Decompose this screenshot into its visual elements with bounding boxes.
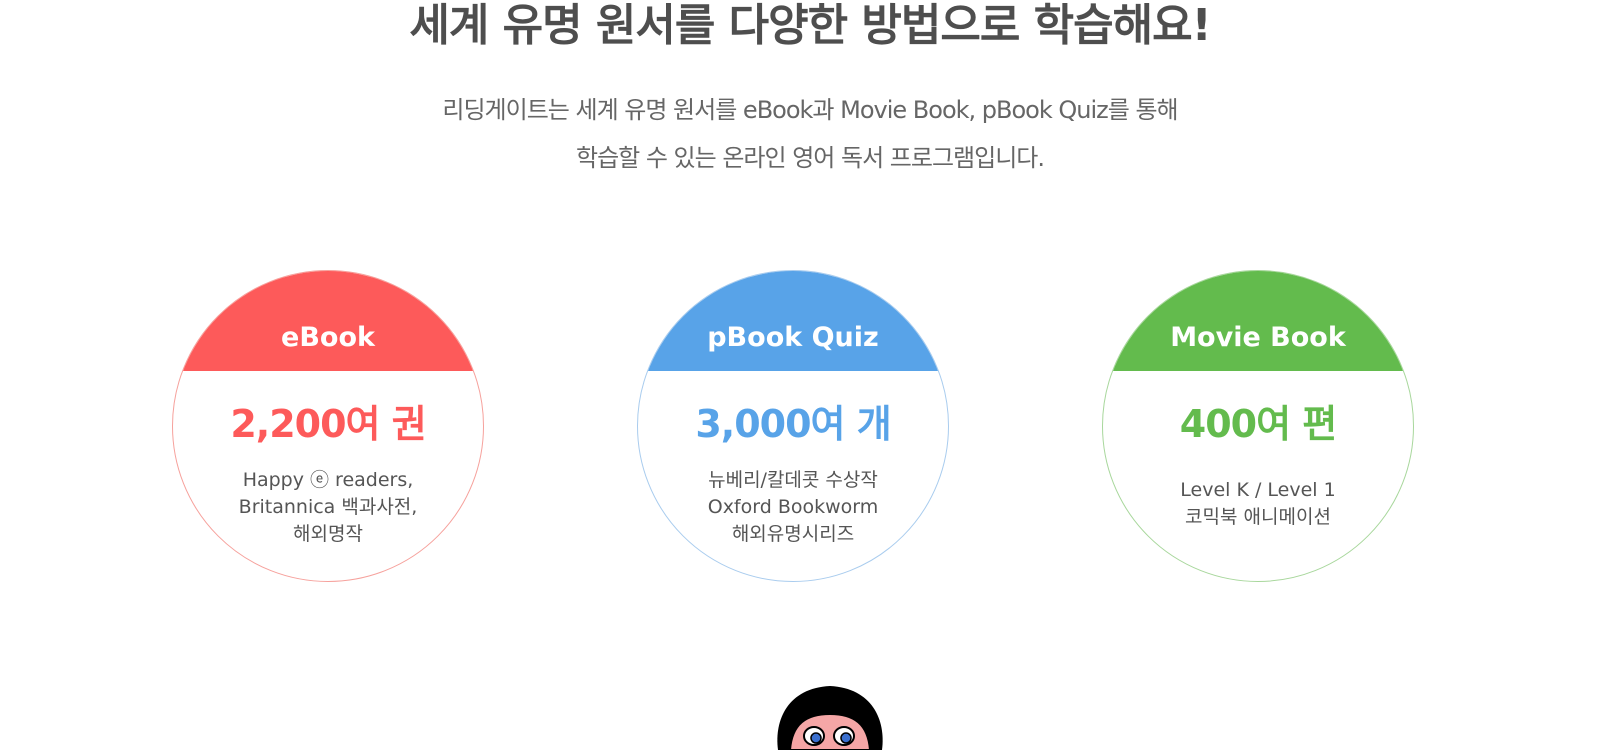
- pbook-quiz-desc-line: Oxford Bookworm: [707, 496, 879, 518]
- pbook-quiz-desc-line: 해외유명시리즈: [731, 523, 855, 545]
- ebook-desc-line: 해외명작: [293, 523, 363, 545]
- intro-line-2: 학습할 수 있는 온라인 영어 독서 프로그램입니다.: [575, 144, 1045, 172]
- ebook-desc-line: Happy ⓔ readers,: [242, 469, 414, 491]
- ebook-card-title: eBook: [173, 271, 483, 371]
- pbook-quiz-count: 3,000여 개: [695, 402, 891, 446]
- ebook-count: 2,200여 권: [230, 402, 426, 446]
- movie-book-desc-line: Level K / Level 1: [1180, 479, 1336, 501]
- ebook-description: Happy ⓔ readers, Britannica 백과사전, 해외명작: [173, 467, 483, 548]
- page-headline: 세계 유명 원서를 다양한 방법으로 학습해요!: [409, 0, 1211, 51]
- pbook-quiz-description: 뉴베리/칼데콧 수상작 Oxford Bookworm 해외유명시리즈: [638, 467, 948, 548]
- movie-book-card: Movie Book 400여 편 Level K / Level 1 코믹북 …: [1102, 270, 1414, 582]
- ebook-desc-line: Britannica 백과사전,: [238, 496, 418, 518]
- girl-character-icon: [770, 680, 920, 751]
- pbook-quiz-card: pBook Quiz 3,000여 개 뉴베리/칼데콧 수상작 Oxford B…: [637, 270, 949, 582]
- intro-line-1: 리딩게이트는 세계 유명 원서를 eBook과 Movie Book, pBoo…: [442, 96, 1178, 124]
- pbook-quiz-desc-line: 뉴베리/칼데콧 수상작: [708, 469, 878, 491]
- ebook-card: eBook 2,200여 권 Happy ⓔ readers, Britanni…: [172, 270, 484, 582]
- movie-book-count: 400여 편: [1179, 402, 1337, 446]
- pbook-quiz-card-title: pBook Quiz: [638, 271, 948, 371]
- movie-book-card-title: Movie Book: [1103, 271, 1413, 371]
- movie-book-description: Level K / Level 1 코믹북 애니메이션: [1103, 477, 1413, 531]
- movie-book-desc-line: 코믹북 애니메이션: [1185, 506, 1331, 528]
